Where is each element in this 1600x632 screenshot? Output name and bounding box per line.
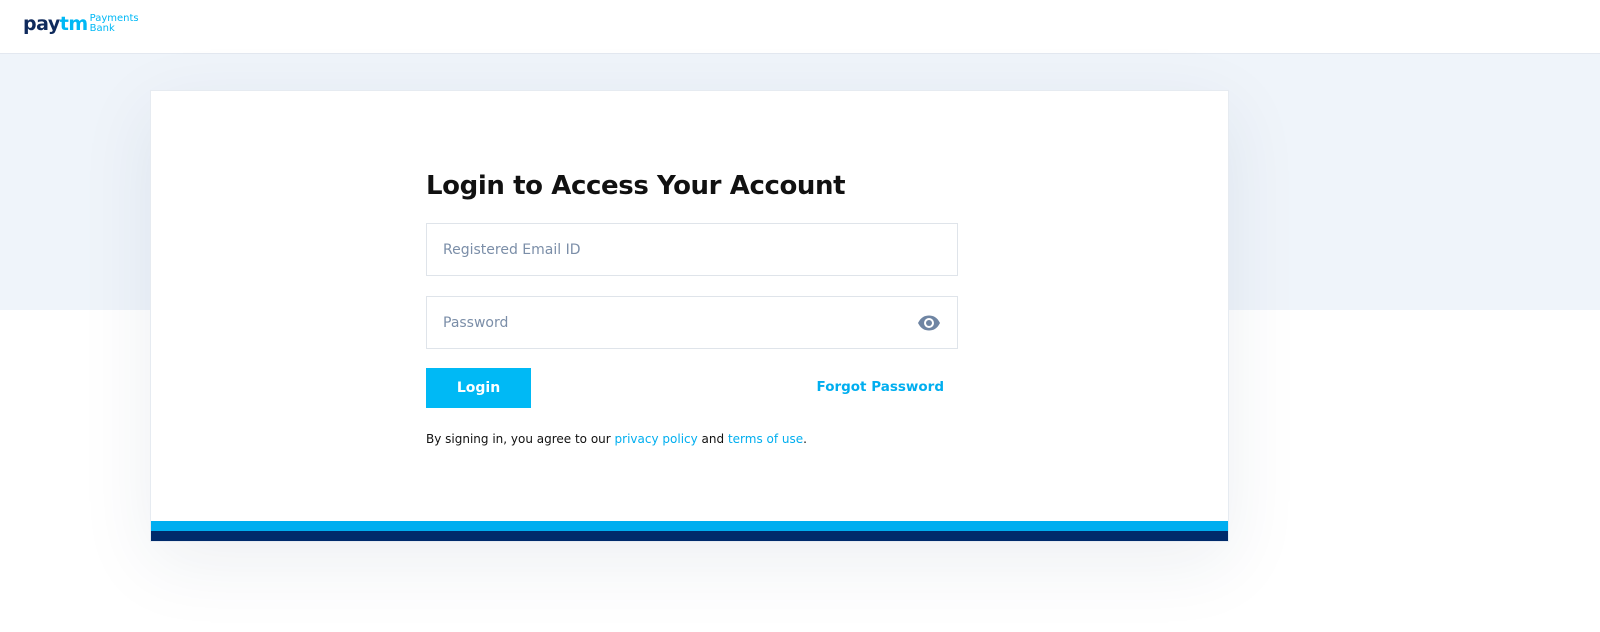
terms-and: and [697,432,728,446]
forgot-password-link[interactable]: Forgot Password [817,379,944,395]
page-title: Login to Access Your Account [426,171,846,201]
top-bar: paytm Payments Bank [0,0,1600,54]
card-accent-strip-dark [151,531,1228,541]
terms-of-use-link[interactable]: terms of use [728,432,803,446]
email-field-wrapper [426,223,958,276]
email-input[interactable] [427,224,957,275]
password-input[interactable] [427,297,957,348]
eye-icon[interactable] [917,313,941,333]
login-form: Login to Access Your Account Login Forgo… [426,171,958,446]
login-card: Login to Access Your Account Login Forgo… [150,90,1229,542]
card-accent-strip-light [151,521,1228,531]
terms-prefix: By signing in, you agree to our [426,432,615,446]
password-field-wrapper [426,296,958,349]
logo-sub-bank: Bank [89,23,115,34]
login-button[interactable]: Login [426,368,531,408]
logo-tm-text: tm [59,13,88,35]
terms-notice: By signing in, you agree to our privacy … [426,432,958,446]
logo-subtitle: Payments Bank [90,14,139,34]
paytm-payments-bank-logo[interactable]: paytm Payments Bank [23,13,139,35]
privacy-policy-link[interactable]: privacy policy [615,432,698,446]
form-actions: Login Forgot Password [426,368,958,408]
logo-pay-text: pay [23,13,60,35]
terms-suffix: . [803,432,807,446]
logo-wordmark: paytm [23,13,88,35]
